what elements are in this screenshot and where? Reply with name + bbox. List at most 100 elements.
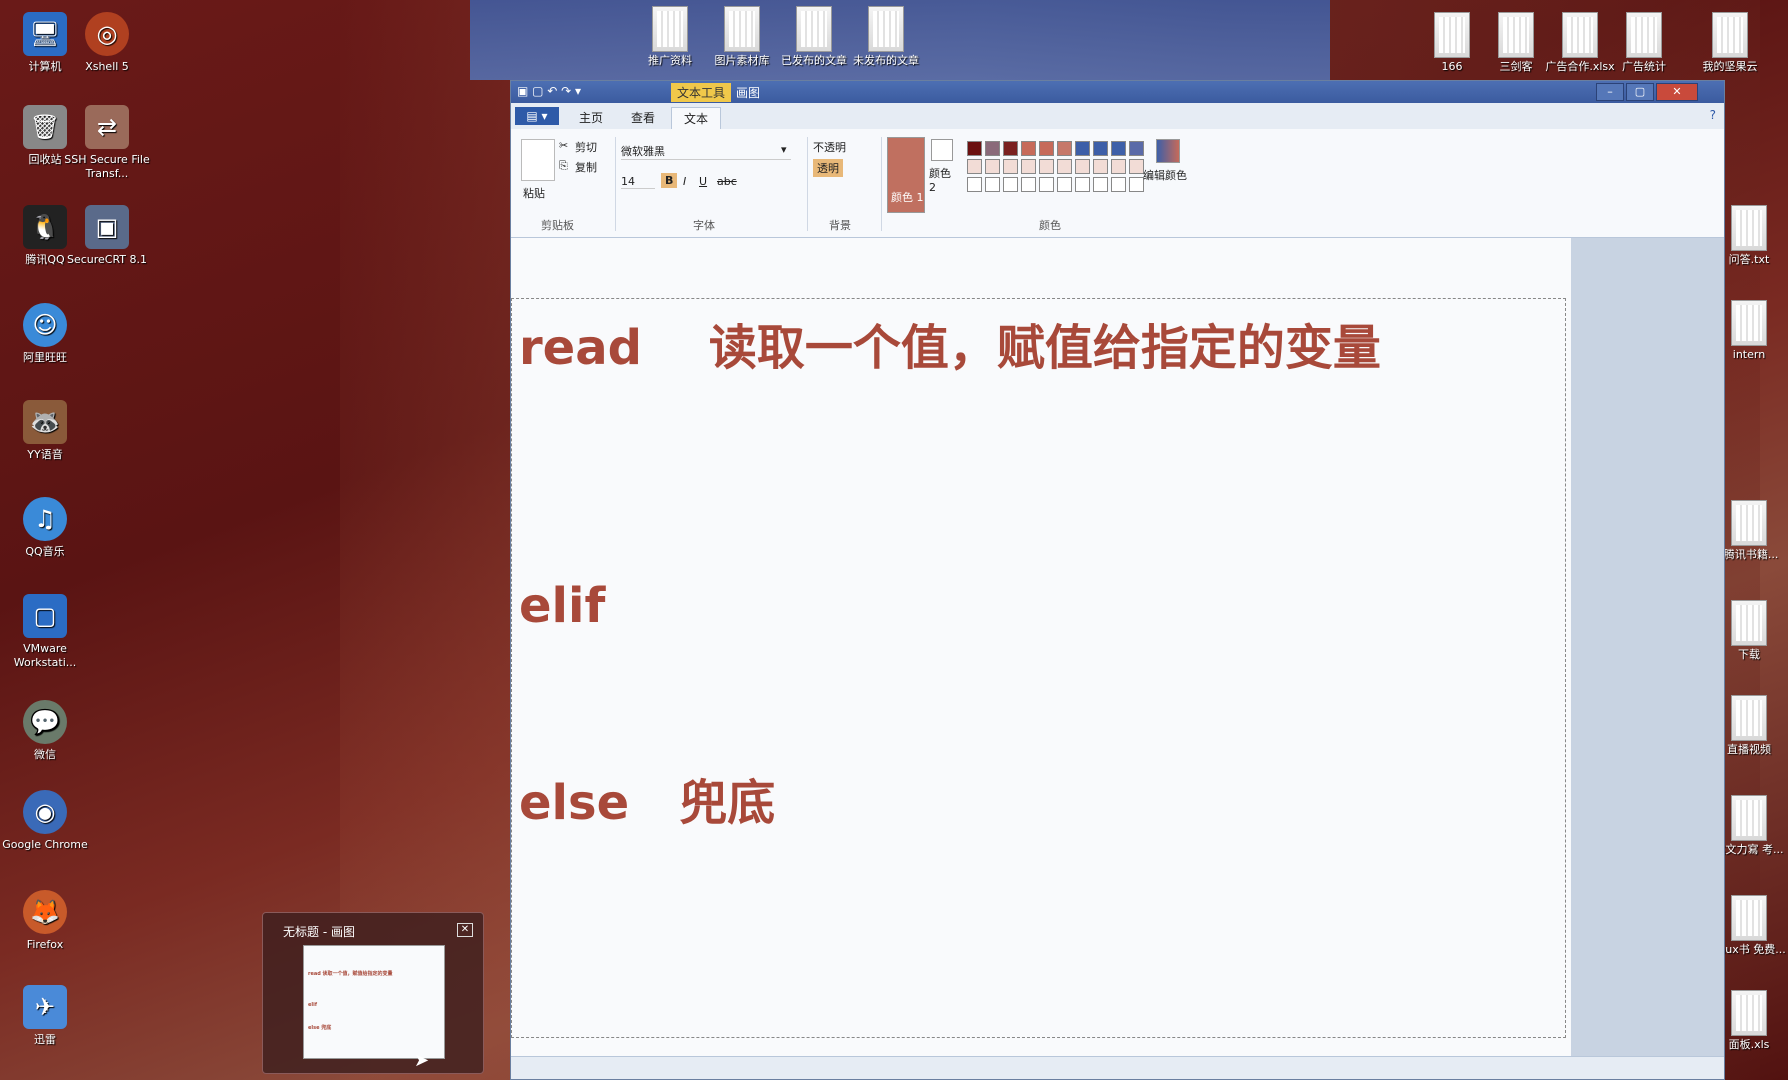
color-swatch[interactable] — [1075, 177, 1090, 192]
desktop-icon-xshell[interactable]: ◎ Xshell 5 — [62, 12, 152, 74]
opaque-button[interactable]: 不透明 — [813, 139, 846, 155]
paint-window: ▣ ▢ ↶ ↷ ▾ 文本工具 画图 – ▢ ✕ ▤ ▾ 主页 查看 文本 ? 粘… — [510, 80, 1725, 1080]
font-size-select[interactable]: 14 — [621, 175, 655, 189]
preview-thumbnail[interactable]: read 读取一个值，赋值给指定的变量 elif else 兜底 — [303, 945, 445, 1059]
desktop-icon-qqmusic[interactable]: ♫ QQ音乐 — [0, 497, 90, 559]
desktop-icon-jianguoyun[interactable]: 我的坚果云 — [1690, 12, 1770, 73]
desktop-icon-yy[interactable]: 🦝 YY语音 — [0, 400, 90, 462]
color-swatch[interactable] — [1039, 177, 1054, 192]
desktop-folder-images[interactable]: 图片素材库 — [702, 6, 782, 67]
font-family-select[interactable]: 微软雅黑 — [621, 143, 791, 160]
app-icon — [1731, 500, 1767, 546]
folder-icon — [724, 6, 760, 52]
desktop-icon-wechat[interactable]: 💬 微信 — [0, 700, 90, 762]
thumb-line: elif — [308, 1002, 317, 1008]
color-swatch[interactable] — [985, 141, 1000, 156]
desktop-icon-xunlei[interactable]: ✈ 迅雷 — [0, 985, 90, 1047]
bold-button[interactable]: B — [661, 173, 678, 188]
copy-icon[interactable]: ⎘ — [559, 159, 568, 173]
color-swatch[interactable] — [1039, 141, 1054, 156]
color-swatch[interactable] — [1003, 159, 1018, 174]
desktop-folder-unpublished[interactable]: 未发布的文章 — [846, 6, 926, 67]
group-label-font: 字体 — [693, 219, 715, 232]
xshell-icon: ◎ — [85, 12, 129, 56]
color-swatch[interactable] — [1129, 177, 1144, 192]
color-swatch[interactable] — [1129, 141, 1144, 156]
color-swatch[interactable] — [1129, 159, 1144, 174]
quick-access-toolbar[interactable]: ▣ ▢ ↶ ↷ ▾ — [517, 84, 581, 98]
taskbar-preview[interactable]: 无标题 - 画图 ✕ read 读取一个值，赋值给指定的变量 elif else… — [262, 912, 484, 1074]
folder-icon — [1731, 695, 1767, 741]
minimize-button[interactable]: – — [1596, 83, 1624, 101]
color-swatch[interactable] — [1093, 159, 1108, 174]
paste-button[interactable]: 粘贴 — [523, 185, 545, 201]
desktop-icon-ad-stats[interactable]: 广告统计 — [1604, 12, 1684, 73]
tab-view[interactable]: 查看 — [619, 107, 667, 129]
wangwang-icon: ☺ — [23, 303, 67, 347]
desktop-icon-firefox[interactable]: 🦊 Firefox — [0, 890, 90, 952]
group-label-colors: 颜色 — [1039, 219, 1061, 232]
color-swatch[interactable] — [1021, 159, 1036, 174]
paste-icon[interactable] — [521, 139, 555, 181]
color-swatch[interactable] — [1057, 159, 1072, 174]
color-swatch[interactable] — [967, 177, 982, 192]
color-swatch[interactable] — [1111, 177, 1126, 192]
desktop-icon-vmware[interactable]: ▢ VMware Workstati... — [0, 594, 90, 670]
color-swatch[interactable] — [967, 159, 982, 174]
firefox-icon: 🦊 — [23, 890, 67, 934]
color-swatch[interactable] — [1057, 177, 1072, 192]
color2-label: 颜色 2 — [929, 167, 951, 194]
color-swatch[interactable] — [985, 177, 1000, 192]
color-swatch[interactable] — [1057, 141, 1072, 156]
cut-icon[interactable]: ✂ — [559, 139, 568, 152]
color-swatch[interactable] — [1111, 159, 1126, 174]
tab-text[interactable]: 文本 — [671, 107, 722, 130]
copy-button[interactable]: 复制 — [575, 159, 597, 175]
color-swatch[interactable] — [967, 141, 982, 156]
color-swatch[interactable] — [1111, 141, 1126, 156]
canvas-text-line: elif — [519, 578, 606, 634]
color2-button[interactable] — [931, 139, 953, 161]
desktop-folder-published[interactable]: 已发布的文章 — [774, 6, 854, 67]
color-swatch[interactable] — [1021, 177, 1036, 192]
color-swatch[interactable] — [1039, 159, 1054, 174]
text-selection-box[interactable] — [511, 298, 1566, 1038]
edit-colors-icon[interactable] — [1156, 139, 1180, 163]
transparent-button[interactable]: 透明 — [813, 159, 843, 177]
desktop-folder-promo[interactable]: 推广资料 — [630, 6, 710, 67]
tab-home[interactable]: 主页 — [567, 107, 615, 129]
mouse-cursor-icon: ➤ — [414, 1050, 430, 1071]
maximize-button[interactable]: ▢ — [1626, 83, 1654, 101]
file-menu-button[interactable]: ▤ ▾ — [515, 107, 559, 125]
preview-title: 无标题 - 画图 — [283, 925, 355, 939]
italic-button[interactable]: I — [683, 175, 686, 188]
color-swatch[interactable] — [1075, 159, 1090, 174]
desktop-icon-ssh[interactable]: ⇄ SSH Secure File Transf... — [62, 105, 152, 181]
color-swatch[interactable] — [1003, 141, 1018, 156]
color-swatch[interactable] — [1075, 141, 1090, 156]
close-button[interactable]: ✕ — [1656, 83, 1698, 101]
title-bar[interactable]: ▣ ▢ ↶ ↷ ▾ 文本工具 画图 – ▢ ✕ — [511, 81, 1724, 103]
folder-icon — [1712, 12, 1748, 58]
thumb-line: read 读取一个值，赋值给指定的变量 — [308, 971, 393, 977]
cut-button[interactable]: 剪切 — [575, 139, 597, 155]
canvas[interactable]: read 读取一个值，赋值给指定的变量 elif else 兜底 — [511, 238, 1571, 1078]
color-swatch[interactable] — [1093, 141, 1108, 156]
divider — [615, 137, 616, 231]
window-title: 画图 — [736, 86, 761, 100]
desktop-icon-wangwang[interactable]: ☺ 阿里旺旺 — [0, 303, 90, 365]
preview-close-button[interactable]: ✕ — [457, 923, 473, 937]
color-swatch[interactable] — [1003, 177, 1018, 192]
help-icon[interactable]: ? — [1710, 108, 1716, 122]
chevron-down-icon[interactable]: ▾ — [781, 143, 787, 156]
desktop-icon-chrome[interactable]: ◉ Google Chrome — [0, 790, 90, 852]
xunlei-icon: ✈ — [23, 985, 67, 1029]
color-swatch[interactable] — [985, 159, 1000, 174]
edit-colors-button[interactable]: 编辑颜色 — [1143, 167, 1187, 183]
status-bar — [511, 1056, 1724, 1079]
strikethrough-button[interactable]: abc — [717, 175, 737, 188]
underline-button[interactable]: U — [699, 175, 707, 188]
color-swatch[interactable] — [1093, 177, 1108, 192]
desktop-icon-securecrt[interactable]: ▣ SecureCRT 8.1 — [62, 205, 152, 267]
color-swatch[interactable] — [1021, 141, 1036, 156]
